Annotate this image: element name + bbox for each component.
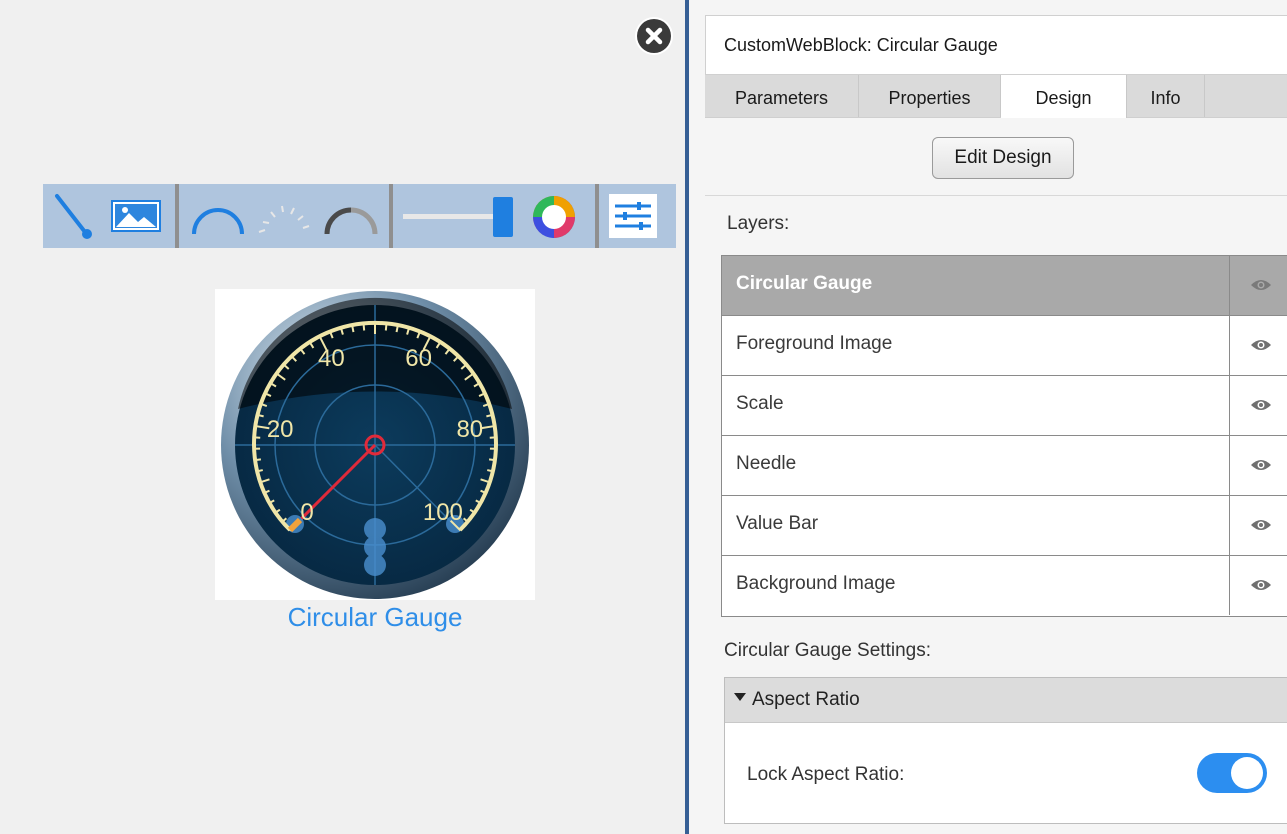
layer-name: Scale bbox=[736, 393, 784, 414]
tick-scale-icon[interactable] bbox=[251, 198, 315, 243]
gauge-tick-mark bbox=[254, 458, 262, 462]
layer-name: Value Bar bbox=[736, 513, 819, 534]
panel-header: CustomWebBlock: Circular Gauge bbox=[705, 15, 1287, 75]
tab-info[interactable]: Info bbox=[1127, 75, 1205, 117]
eye-icon[interactable] bbox=[1229, 376, 1287, 435]
layer-name: Needle bbox=[736, 453, 797, 474]
value-bar-arc-icon[interactable] bbox=[321, 198, 381, 243]
color-wheel-icon[interactable] bbox=[530, 194, 578, 245]
toolbar-separator bbox=[389, 184, 393, 248]
eye-icon[interactable] bbox=[1229, 436, 1287, 495]
layer-row-needle[interactable]: Needle bbox=[722, 436, 1287, 496]
eye-icon[interactable] bbox=[1229, 556, 1287, 615]
eye-icon[interactable] bbox=[1229, 256, 1287, 315]
gauge-tick-mark bbox=[256, 469, 263, 473]
gauge-tick-mark bbox=[351, 325, 355, 333]
toolbar-separator bbox=[175, 184, 179, 248]
layers-table: Circular Gauge Foreground Image Scale Ne… bbox=[721, 255, 1287, 617]
layer-name: Circular Gauge bbox=[736, 273, 873, 294]
gauge-tick-mark bbox=[395, 325, 399, 333]
eye-icon[interactable] bbox=[1229, 496, 1287, 555]
gauge-tick-label: 40 bbox=[318, 345, 345, 373]
tab-design[interactable]: Design bbox=[1001, 75, 1127, 118]
design-toolbar bbox=[43, 184, 676, 248]
layer-row-background-image[interactable]: Background Image bbox=[722, 556, 1287, 616]
aspect-ratio-section: Aspect Ratio Lock Aspect Ratio: bbox=[724, 677, 1287, 824]
edit-design-button[interactable]: Edit Design bbox=[932, 137, 1074, 179]
layer-row-scale[interactable]: Scale bbox=[722, 376, 1287, 436]
gauge-tick-mark bbox=[487, 469, 494, 473]
gauge-tick-label: 60 bbox=[405, 345, 432, 373]
gauge-tick-mark bbox=[384, 324, 388, 331]
image-icon[interactable] bbox=[111, 200, 161, 237]
gauge-tick-mark bbox=[488, 458, 496, 462]
divider bbox=[705, 195, 1287, 196]
layer-row-foreground-image[interactable]: Foreground Image bbox=[722, 316, 1287, 376]
tab-parameters[interactable]: Parameters bbox=[705, 75, 859, 117]
aspect-ratio-title: Aspect Ratio bbox=[752, 689, 860, 710]
circular-gauge-block[interactable]: 0 20 40 60 80 100 bbox=[215, 289, 535, 600]
layers-label: Layers: bbox=[727, 213, 790, 234]
gauge-tick-label: 0 bbox=[300, 498, 314, 526]
property-panel: CustomWebBlock: Circular Gauge Parameter… bbox=[689, 0, 1287, 834]
lock-aspect-toggle[interactable] bbox=[1197, 753, 1267, 793]
layer-row-circular-gauge[interactable]: Circular Gauge bbox=[722, 256, 1287, 316]
aspect-ratio-header[interactable]: Aspect Ratio bbox=[725, 678, 1287, 723]
design-canvas: 0 20 40 60 80 100 Circular Gauge bbox=[0, 0, 685, 834]
tab-properties[interactable]: Properties bbox=[859, 75, 1001, 117]
gauge-settings-label: Circular Gauge Settings: bbox=[724, 640, 931, 661]
layer-row-value-bar[interactable]: Value Bar bbox=[722, 496, 1287, 556]
toggle-knob bbox=[1231, 757, 1263, 789]
gauge-tick-mark bbox=[362, 324, 366, 331]
block-label: Circular Gauge bbox=[287, 602, 463, 632]
lock-aspect-label: Lock Aspect Ratio: bbox=[747, 764, 905, 785]
gauge-tick-label: 100 bbox=[422, 498, 463, 526]
caret-down-icon bbox=[734, 693, 746, 701]
close-icon[interactable] bbox=[637, 19, 671, 53]
slider-icon[interactable] bbox=[403, 194, 515, 245]
panel-title: CustomWebBlock: Circular Gauge bbox=[724, 35, 998, 55]
gauge-tick-label: 20 bbox=[266, 415, 294, 443]
arc-scale-icon[interactable] bbox=[189, 198, 247, 243]
toolbar-separator bbox=[595, 184, 599, 248]
eye-icon[interactable] bbox=[1229, 316, 1287, 375]
layer-name: Background Image bbox=[736, 573, 896, 594]
gauge-tick-label: 80 bbox=[456, 415, 484, 443]
needle-icon[interactable] bbox=[51, 192, 95, 245]
settings-sliders-icon[interactable] bbox=[609, 194, 657, 243]
panel-tabs: Parameters Properties Design Info bbox=[705, 75, 1287, 118]
layer-name: Foreground Image bbox=[736, 333, 893, 354]
